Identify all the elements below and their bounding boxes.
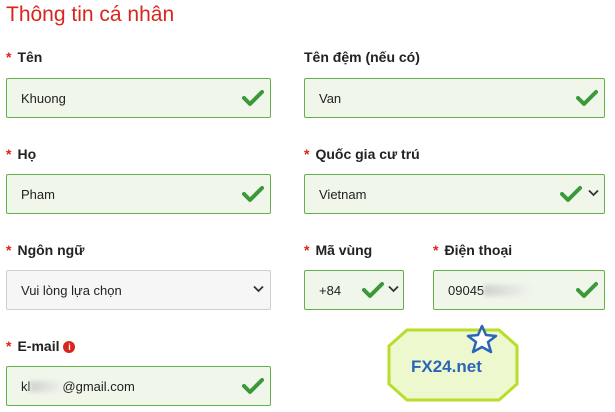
- watermark-text: FX24.net: [411, 357, 482, 376]
- check-icon: [242, 377, 264, 395]
- page-title: Thông tin cá nhân: [6, 3, 175, 26]
- phone-value-text: 09045: [448, 283, 485, 298]
- last-name-label: * Họ: [6, 146, 36, 162]
- last-name-value: Pham: [21, 187, 55, 202]
- email-label-text: E-mail: [17, 338, 60, 354]
- area-code-select[interactable]: +84: [304, 270, 404, 310]
- country-label: * Quốc gia cư trú: [304, 146, 420, 162]
- phone-label-text: Điện thoại: [444, 242, 513, 258]
- middle-name-input[interactable]: Van: [304, 78, 605, 118]
- first-name-label: * Tên: [6, 49, 42, 65]
- country-select[interactable]: Vietnam: [304, 174, 605, 214]
- email-value: kl @gmail.com: [21, 379, 135, 394]
- check-icon: [576, 281, 598, 299]
- check-icon: [242, 89, 264, 107]
- chevron-down-icon: [588, 189, 599, 197]
- check-icon: [242, 185, 264, 203]
- language-value: Vui lòng lựa chọn: [21, 283, 122, 298]
- language-label-text: Ngôn ngữ: [17, 242, 85, 258]
- required-marker: *: [304, 146, 310, 162]
- email-input[interactable]: kl @gmail.com: [6, 366, 271, 406]
- area-code-label: * Mã vùng: [304, 242, 372, 258]
- check-icon: [362, 281, 384, 299]
- required-marker: *: [6, 338, 12, 354]
- first-name-input[interactable]: Khuong: [6, 78, 271, 118]
- required-marker: *: [304, 242, 310, 258]
- email-label: * E-mail i: [6, 338, 76, 354]
- first-name-value: Khuong: [21, 91, 66, 106]
- required-marker: *: [6, 146, 12, 162]
- required-marker: *: [6, 242, 12, 258]
- email-value-end: @gmail.com: [62, 379, 135, 394]
- chevron-down-icon: [388, 285, 399, 293]
- last-name-label-text: Họ: [17, 146, 37, 162]
- required-marker: *: [433, 242, 439, 258]
- country-value: Vietnam: [319, 187, 367, 202]
- language-select[interactable]: Vui lòng lựa chọn: [6, 270, 271, 310]
- check-icon: [576, 89, 598, 107]
- country-label-text: Quốc gia cư trú: [315, 146, 420, 162]
- redacted-text: [484, 285, 531, 296]
- redacted-text: [30, 381, 63, 392]
- phone-label: * Điện thoại: [433, 242, 512, 258]
- watermark-logo: FX24.net: [385, 322, 525, 402]
- phone-value: 09045: [448, 283, 531, 298]
- area-code-label-text: Mã vùng: [315, 242, 373, 258]
- middle-name-label: Tên đệm (nếu có): [304, 49, 420, 65]
- first-name-label-text: Tên: [17, 49, 43, 65]
- language-label: * Ngôn ngữ: [6, 242, 84, 258]
- chevron-down-icon: [253, 285, 264, 293]
- area-code-value: +84: [319, 283, 342, 298]
- middle-name-value: Van: [319, 91, 342, 106]
- required-marker: *: [6, 49, 12, 65]
- last-name-input[interactable]: Pham: [6, 174, 271, 214]
- info-icon[interactable]: i: [63, 341, 76, 353]
- email-value-start: kl: [21, 379, 31, 394]
- check-icon: [560, 185, 582, 203]
- phone-input[interactable]: 09045: [433, 270, 605, 310]
